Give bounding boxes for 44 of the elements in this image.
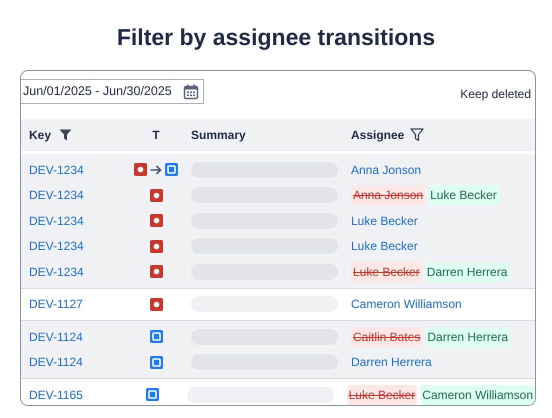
issue-key-link[interactable]: DEV-1124 — [29, 355, 83, 370]
date-range-field[interactable]: Jun/01/2025 - Jun/30/2025 — [21, 79, 204, 104]
task-type-icon — [146, 388, 160, 402]
column-header: T — [152, 127, 160, 144]
issue-key-link[interactable]: DEV-1234 — [29, 214, 84, 228]
removed-assignee-tag: Luke Becker — [346, 384, 418, 405]
assignee-name: Darren Herrera — [351, 354, 432, 372]
arrow-icon — [150, 164, 162, 175]
issue-key-link[interactable]: DEV-1234 — [29, 264, 84, 279]
removed-assignee-tag: Caitlin Bates — [351, 326, 422, 347]
issue-key-link[interactable]: DEV-1234 — [29, 162, 84, 177]
task-type-icon — [165, 163, 178, 176]
task-type-icon — [150, 356, 162, 369]
bug-type-icon — [150, 298, 162, 311]
assignee-name: Luke Becker — [351, 212, 418, 230]
date-range-text: Jun/01/2025 - Jun/30/2025 — [23, 83, 172, 100]
bug-type-icon — [150, 240, 162, 253]
removed-assignee-tag: Anna Jonson — [351, 185, 426, 206]
bug-type-icon — [150, 188, 162, 202]
assignee-name: Anna Jonson — [351, 162, 422, 179]
filter-icon[interactable] — [59, 129, 72, 141]
added-assignee-tag: Darren Herrera — [425, 326, 510, 347]
bug-type-icon — [134, 163, 147, 176]
removed-assignee-tag: Luke Becker — [351, 262, 422, 282]
bug-type-icon — [150, 265, 162, 278]
issue-key-link[interactable]: DEV-1124 — [29, 330, 83, 344]
added-assignee-tag: Luke Becker — [428, 185, 499, 206]
page-title: Filter by assignee transitions — [116, 23, 436, 52]
assignee-name: Cameron Williamson — [351, 296, 462, 314]
assignee-name: Luke Becker — [351, 238, 418, 256]
column-header: Assignee — [351, 127, 404, 144]
issue-key-link[interactable]: DEV-1234 — [29, 188, 84, 202]
issue-key-link[interactable]: DEV-1234 — [29, 239, 84, 254]
bug-type-icon — [150, 214, 162, 228]
filter-icon[interactable] — [410, 128, 424, 142]
column-header: Key — [29, 127, 52, 144]
issue-key-link[interactable]: DEV-1165 — [29, 388, 83, 402]
column-header: Summary — [191, 127, 246, 144]
calendar-icon — [183, 84, 199, 100]
keep-deleted-label: Keep deleted — [460, 86, 531, 103]
added-assignee-tag: Darren Herrera — [424, 262, 510, 282]
added-assignee-tag: Cameron Williamson — [420, 384, 535, 405]
task-type-icon — [150, 330, 162, 344]
issue-key-link[interactable]: DEV-1127 — [29, 297, 83, 312]
